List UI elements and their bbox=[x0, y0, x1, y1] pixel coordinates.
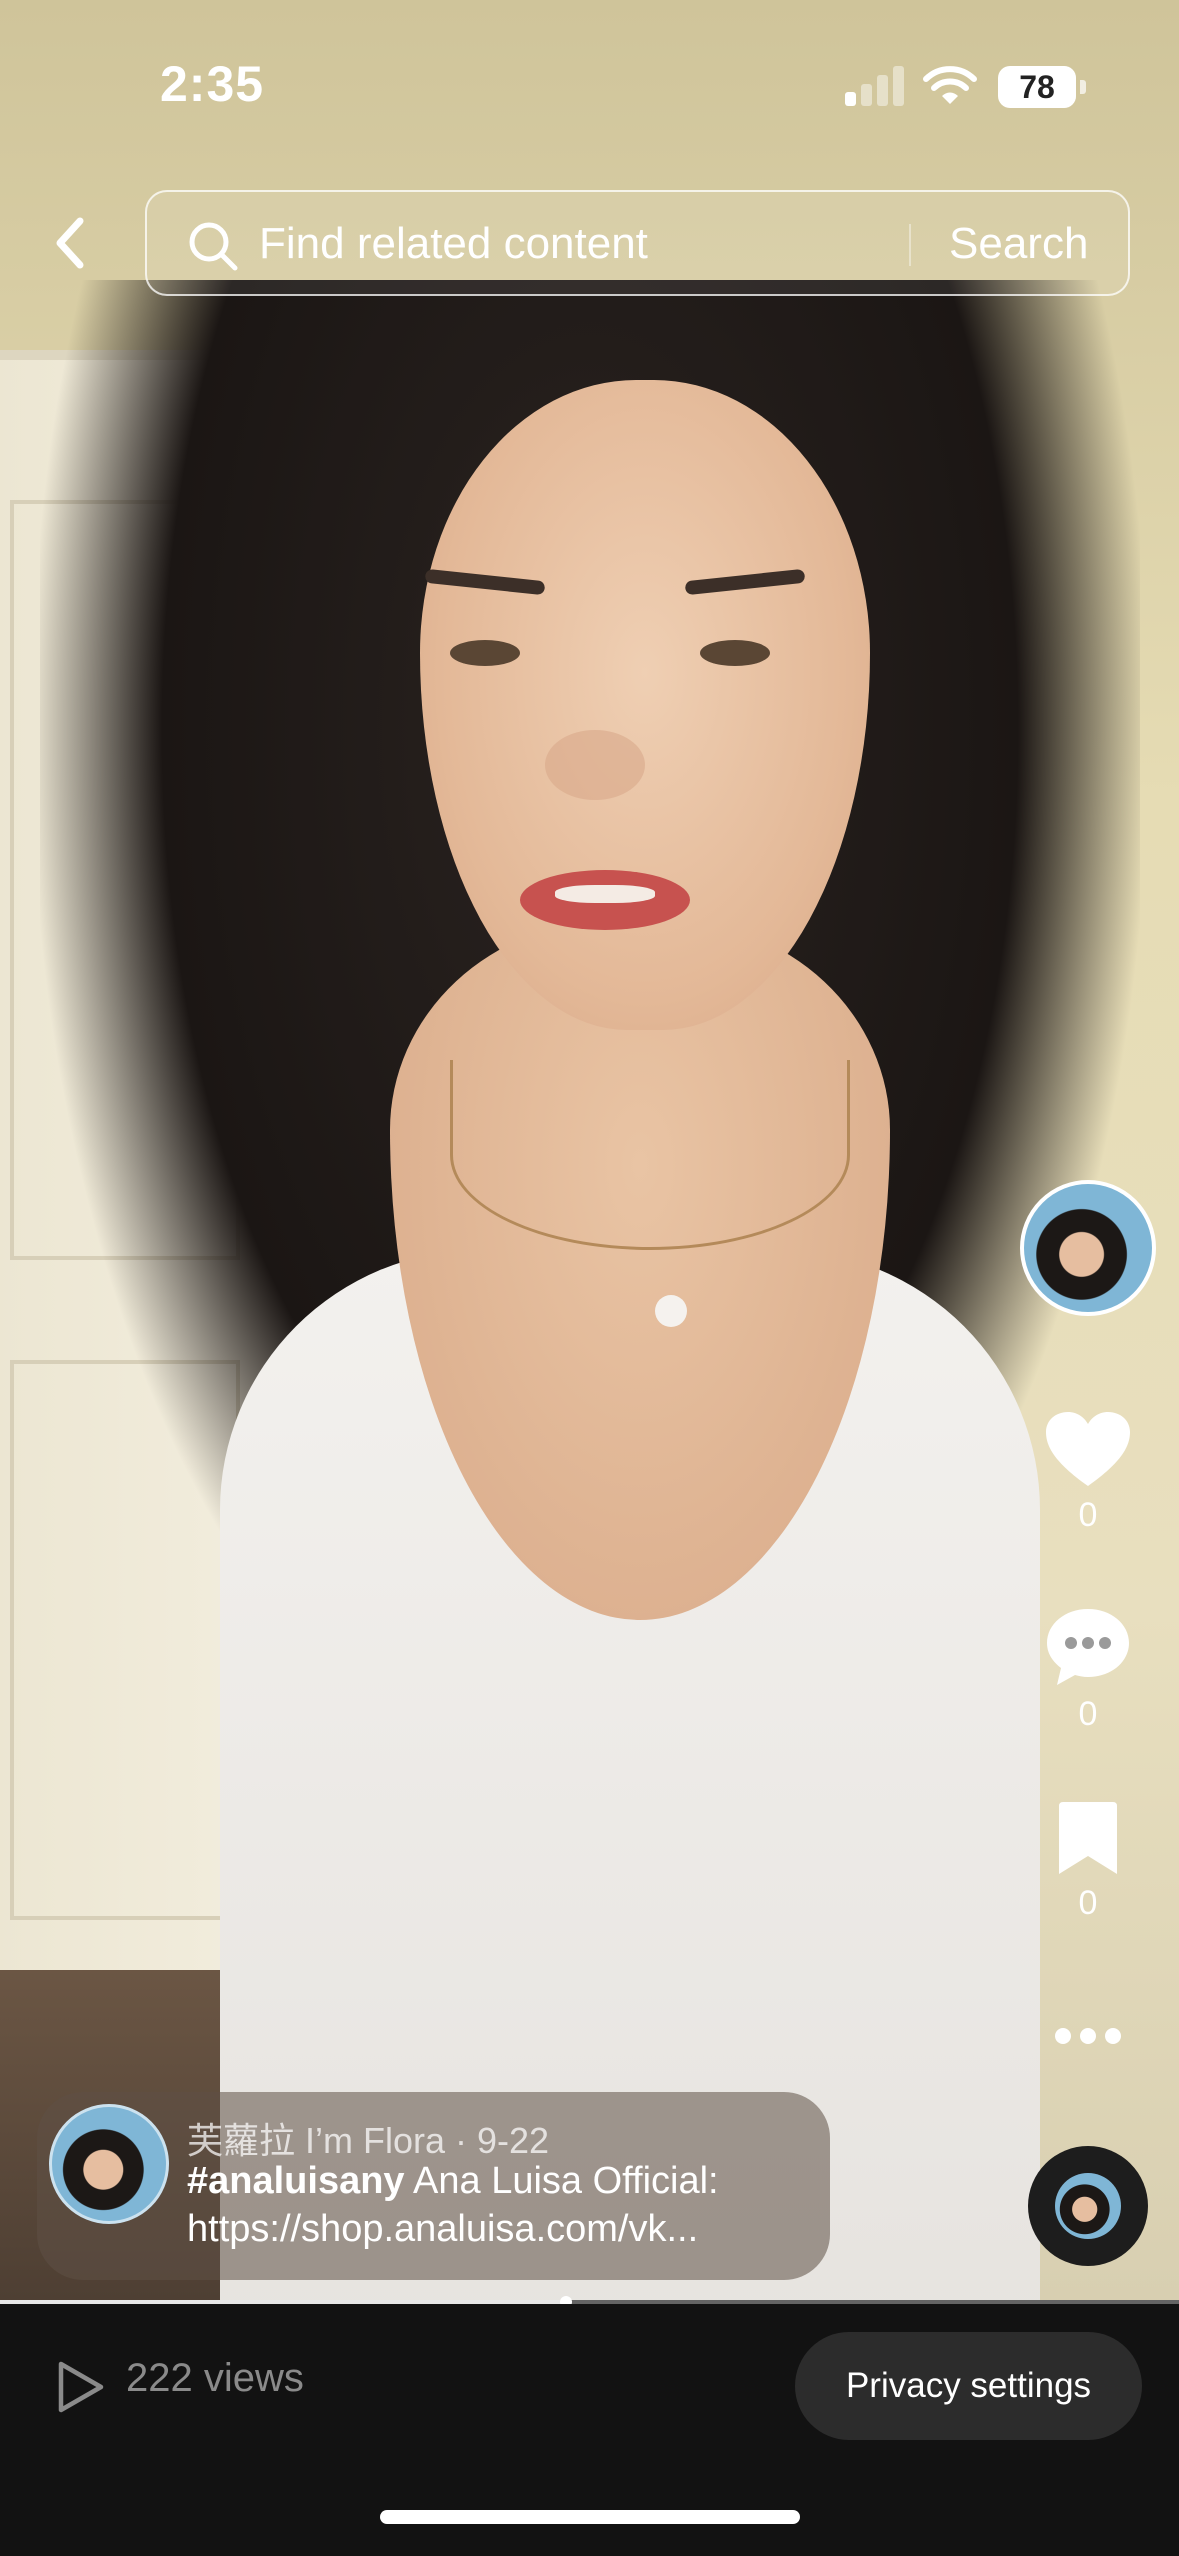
video-player[interactable] bbox=[0, 0, 1179, 2300]
battery-indicator: 78 bbox=[998, 66, 1086, 108]
music-disc-art bbox=[1055, 2173, 1121, 2239]
caption-author[interactable]: 芙蘿拉 I’m Flora · 9-22 bbox=[187, 2112, 549, 2164]
back-icon bbox=[56, 217, 84, 269]
cellular-signal-icon bbox=[845, 62, 905, 106]
caption-text: #analuisany Ana Luisa Official: bbox=[187, 2160, 719, 2203]
music-disc[interactable] bbox=[1028, 2146, 1148, 2266]
bookmark-count: 0 bbox=[1078, 1884, 1098, 1922]
search-bar[interactable]: Find related content Search bbox=[145, 190, 1130, 296]
back-button[interactable] bbox=[40, 205, 100, 281]
necklace bbox=[450, 1060, 850, 1250]
caption-card[interactable]: 芙蘿拉 I’m Flora · 9-22 #analuisany Ana Lui… bbox=[37, 2092, 830, 2280]
like-button[interactable]: 0 bbox=[1040, 1410, 1136, 1535]
author-avatar[interactable] bbox=[49, 2104, 169, 2224]
caption-body: Ana Luisa Official: bbox=[413, 2160, 719, 2202]
comment-icon bbox=[1047, 1609, 1129, 1685]
play-icon bbox=[58, 2361, 104, 2413]
comment-button[interactable]: 0 bbox=[1040, 1605, 1136, 1734]
privacy-settings-button[interactable]: Privacy settings bbox=[795, 2332, 1142, 2440]
search-button[interactable]: Search bbox=[949, 219, 1088, 269]
home-indicator[interactable] bbox=[380, 2510, 800, 2524]
creator-avatar[interactable] bbox=[1020, 1180, 1156, 1316]
more-button[interactable] bbox=[1050, 2018, 1126, 2054]
hashtag-link[interactable]: #analuisany bbox=[187, 2160, 405, 2202]
view-count: 222 views bbox=[126, 2356, 304, 2400]
status-time: 2:35 bbox=[160, 56, 265, 112]
search-icon bbox=[189, 222, 238, 271]
bookmark-button[interactable]: 0 bbox=[1040, 1800, 1136, 1923]
search-input[interactable]: Find related content bbox=[259, 219, 648, 269]
more-icon bbox=[1055, 2028, 1071, 2044]
like-count: 0 bbox=[1078, 1496, 1098, 1534]
bookmark-icon bbox=[1059, 1802, 1117, 1874]
comment-count: 0 bbox=[1078, 1695, 1098, 1733]
heart-icon bbox=[1046, 1412, 1130, 1486]
caption-link[interactable]: https://shop.analuisa.com/vk... bbox=[187, 2208, 698, 2251]
wifi-icon bbox=[923, 66, 977, 104]
